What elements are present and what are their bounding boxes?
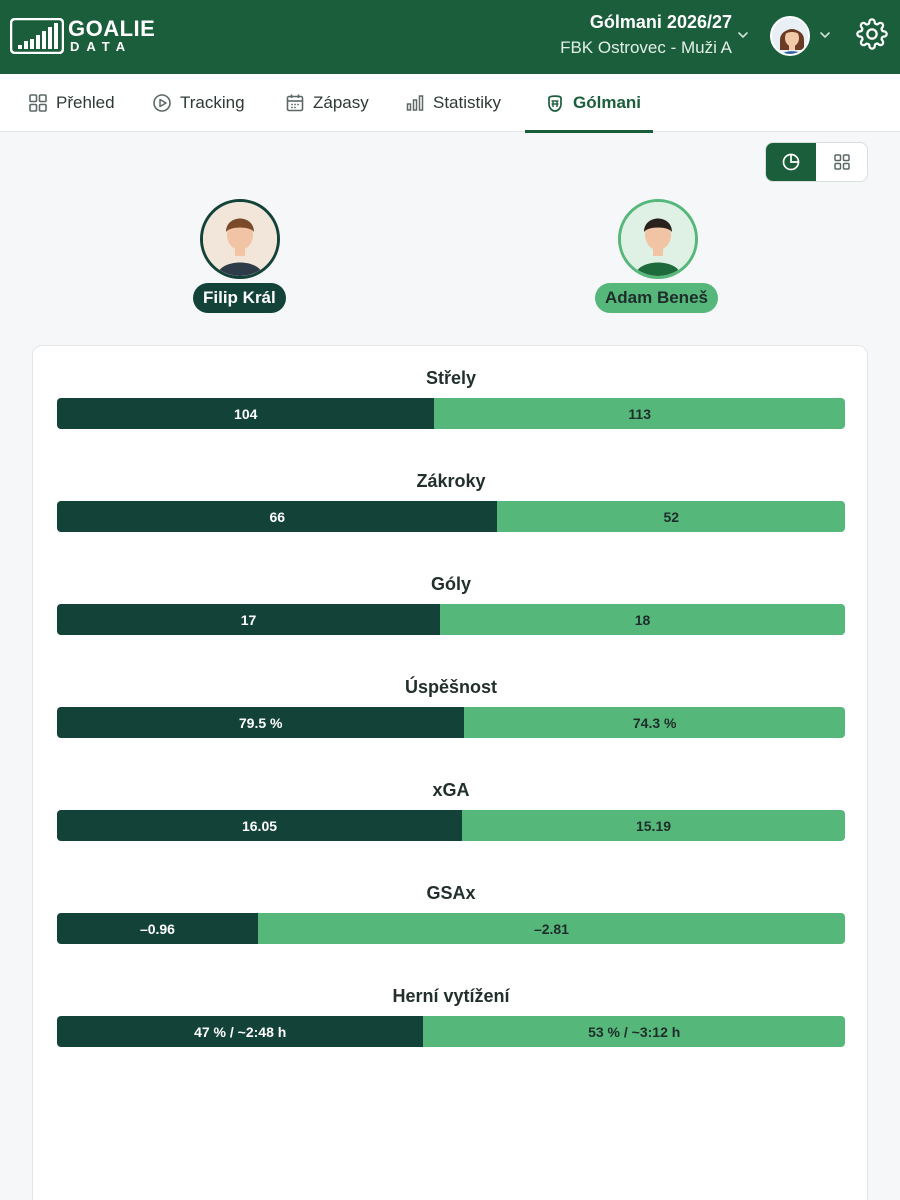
metric-title: Zákroky	[416, 471, 486, 491]
chevron-down-icon[interactable]	[736, 28, 750, 42]
comparison-bar: 16.05 15.19	[57, 810, 845, 841]
bar-segment-right: 52	[497, 501, 845, 532]
tab-statistiky[interactable]: Statistiky	[405, 74, 501, 132]
calendar-icon	[286, 94, 304, 112]
play-circle-icon	[153, 94, 171, 112]
bar-segment-left: 17	[57, 604, 440, 635]
bar-segment-right: 15.19	[462, 810, 845, 841]
tab-label: Zápasy	[313, 93, 369, 112]
tab-zapasy[interactable]: Zápasy	[285, 74, 369, 132]
grid-view-button[interactable]	[817, 143, 867, 181]
tab-label: Tracking	[180, 93, 245, 112]
tab-tracking[interactable]: Tracking	[152, 74, 245, 132]
bar-chart-icon	[406, 95, 424, 111]
metric-row: xGA 16.05 15.19	[57, 778, 845, 841]
bar-segment-left: 66	[57, 501, 498, 532]
grid-icon	[834, 154, 850, 170]
comparison-bar: 79.5 % 74.3 %	[57, 707, 845, 738]
team-selector[interactable]: FBK Ostrovec - Muži A	[560, 38, 732, 58]
logo-bars-icon	[10, 18, 64, 54]
tab-label: Gólmani	[573, 93, 642, 112]
season-title: Gólmani 2026/27	[589, 12, 732, 32]
bar-segment-right: 113	[434, 398, 845, 429]
goalie-name-right: Adam Beneš	[595, 283, 718, 313]
logo-text-goalie: GOALIE	[68, 16, 156, 41]
metric-title: Střely	[425, 368, 477, 388]
tab-prehled[interactable]: Přehled	[28, 74, 115, 132]
bar-segment-left: 16.05	[57, 810, 463, 841]
tab-label: Přehled	[56, 93, 115, 112]
logo-text-data: DATA	[70, 39, 133, 54]
metric-row: Góly 17 18	[57, 572, 845, 635]
goalie-name-left: Filip Král	[193, 283, 286, 313]
tab-golmani[interactable]: Gólmani	[545, 74, 641, 132]
metric-row: Střely 104 113	[57, 366, 845, 429]
active-tab-indicator	[525, 130, 653, 133]
bar-segment-left: 47 % / ~2:48 h	[57, 1016, 424, 1047]
user-portrait-icon	[772, 18, 808, 54]
gear-icon[interactable]	[856, 18, 888, 50]
bar-segment-left: 104	[57, 398, 435, 429]
metric-title: Góly	[430, 574, 471, 594]
metric-row: Úspěšnost 79.5 % 74.3 %	[57, 675, 845, 738]
comparison-bar: 47 % / ~2:48 h 53 % / ~3:12 h	[57, 1016, 845, 1047]
tab-label: Statistiky	[433, 93, 502, 112]
goalie-mask-icon	[548, 95, 562, 112]
goalie-portrait-icon	[621, 202, 695, 276]
user-avatar[interactable]	[770, 16, 810, 56]
goalie-portrait-icon	[203, 202, 277, 276]
app-header: GOALIE DATA Gólmani 2026/27 FBK Ostrovec…	[0, 0, 900, 74]
comparison-bar: –0.96 –2.81	[57, 913, 845, 944]
goalie-avatar-right[interactable]	[618, 199, 698, 279]
bar-segment-right: 74.3 %	[464, 707, 845, 738]
pie-chart-icon	[782, 153, 800, 171]
metric-row: GSAx –0.96 –2.81	[57, 881, 845, 944]
metric-title: GSAx	[426, 883, 476, 903]
metric-title: xGA	[432, 780, 470, 800]
metric-row: Zákroky 66 52	[57, 469, 845, 532]
bar-segment-right: 18	[439, 604, 845, 635]
main-nav: Přehled Tracking Zápasy Statistiky Gólma…	[0, 74, 900, 133]
bar-segment-right: –2.81	[257, 913, 845, 944]
goalie-data-logo[interactable]: GOALIE DATA	[10, 18, 155, 54]
comparison-bar: 66 52	[57, 501, 845, 532]
bar-segment-left: 79.5 %	[57, 707, 465, 738]
metric-title: Herní vytížení	[392, 986, 510, 1006]
metric-title: Úspěšnost	[404, 677, 498, 697]
comparison-bar: 17 18	[57, 604, 845, 635]
comparison-card: Střely 104 113 Zákroky 66 52 Góly 17 18 Úspěšnost…	[32, 345, 868, 1200]
goalie-avatar-left[interactable]	[200, 199, 280, 279]
chevron-down-icon[interactable]	[818, 28, 832, 42]
bar-segment-right: 53 % / ~3:12 h	[423, 1016, 845, 1047]
comparison-bar: 104 113	[57, 398, 845, 429]
grid-icon	[29, 94, 47, 112]
view-toggle	[765, 142, 868, 182]
metric-row: Herní vytížení 47 % / ~2:48 h 53 % / ~3:12…	[57, 984, 845, 1047]
pie-view-button[interactable]	[766, 143, 816, 181]
bar-segment-left: –0.96	[57, 913, 258, 944]
